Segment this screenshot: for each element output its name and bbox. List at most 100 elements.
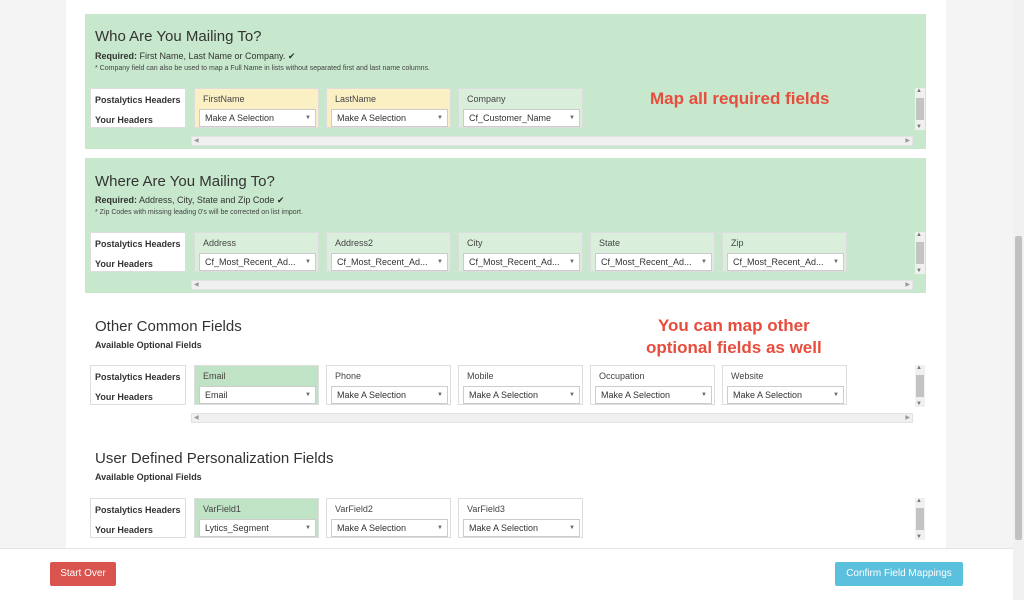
page-scrollbar[interactable] [1013,0,1024,600]
column-label: Address2 [335,238,374,248]
column-varfield1: VarField1 Lytics_Segment ▼ [194,498,319,538]
field-select[interactable]: Make A Selection ▼ [727,386,844,404]
section-note: * Zip Codes with missing leading 0's wil… [95,209,303,216]
field-select[interactable]: Make A Selection ▼ [331,109,448,127]
header-labels: Postalytics Headers Your Headers [90,498,186,538]
required-text: Required: First Name, Last Name or Compa… [95,51,295,62]
column-label: Phone [335,371,362,381]
arrow-right-icon: ▶ [905,415,910,421]
field-select[interactable]: Cf_Most_Recent_Ad... ▼ [727,253,844,271]
scroll-thumb[interactable] [916,508,924,530]
column-firstname: FirstName Make A Selection ▼ [194,88,319,128]
field-select[interactable]: Make A Selection ▼ [595,386,712,404]
chevron-down-icon: ▼ [569,392,575,398]
arrow-down-icon: ▼ [916,534,922,540]
select-value: Make A Selection [337,523,407,533]
column-label: State [599,238,621,248]
column-label: Zip [731,238,744,248]
vertical-scrollbar[interactable]: ▲ ▼ [915,498,925,540]
column-address: Address Cf_Most_Recent_Ad... ▼ [194,232,319,272]
required-fields: Address, City, State and Zip Code ✔ [137,195,285,205]
chevron-down-icon: ▼ [701,392,707,398]
section-title: Where Are You Mailing To? [95,173,275,190]
arrow-right-icon: ▶ [905,282,910,288]
select-value: Email [205,390,228,400]
scroll-thumb[interactable] [916,242,924,264]
select-value: Cf_Most_Recent_Ad... [733,257,824,267]
field-select[interactable]: Cf_Most_Recent_Ad... ▼ [199,253,316,271]
select-value: Make A Selection [337,113,407,123]
start-over-button[interactable]: Start Over [50,562,116,586]
scroll-thumb[interactable] [916,375,924,397]
chevron-down-icon: ▼ [305,115,311,121]
page-scroll-thumb[interactable] [1015,236,1022,540]
select-value: Make A Selection [337,390,407,400]
your-headers-label: Your Headers [95,525,153,535]
section-other-common: Other Common Fields Available Optional F… [85,300,926,430]
field-select[interactable]: Cf_Most_Recent_Ad... ▼ [463,253,580,271]
field-select[interactable]: Cf_Most_Recent_Ad... ▼ [595,253,712,271]
your-headers-label: Your Headers [95,115,153,125]
section-where-mailing: Where Are You Mailing To? Required: Addr… [85,158,926,293]
column-email: Email Email ▼ [194,365,319,405]
header-labels: Postalytics Headers Your Headers [90,232,186,272]
select-value: Make A Selection [205,113,275,123]
mapping-page: Who Are You Mailing To? Required: First … [66,0,946,548]
column-label: FirstName [203,94,245,104]
required-fields: First Name, Last Name or Company. ✔ [137,51,296,61]
column-company: Company Cf_Customer_Name ▼ [458,88,583,128]
vertical-scrollbar[interactable]: ▲ ▼ [915,365,925,407]
field-select[interactable]: Make A Selection ▼ [331,519,448,537]
chevron-down-icon: ▼ [437,392,443,398]
select-value: Lytics_Segment [205,523,269,533]
horizontal-scrollbar[interactable]: ◀ ▶ [191,136,913,146]
section-title: User Defined Personalization Fields [95,450,334,467]
section-title: Other Common Fields [95,318,242,335]
field-select[interactable]: Make A Selection ▼ [463,386,580,404]
chevron-down-icon: ▼ [701,259,707,265]
column-lastname: LastName Make A Selection ▼ [326,88,451,128]
field-select[interactable]: Make A Selection ▼ [463,519,580,537]
column-state: State Cf_Most_Recent_Ad... ▼ [590,232,715,272]
arrow-up-icon: ▲ [916,88,922,94]
arrow-up-icon: ▲ [916,232,922,238]
section-user-defined: User Defined Personalization Fields Avai… [85,432,926,548]
select-value: Make A Selection [733,390,803,400]
field-select[interactable]: Make A Selection ▼ [331,386,448,404]
column-label: Occupation [599,371,645,381]
chevron-down-icon: ▼ [569,525,575,531]
postalytics-headers-label: Postalytics Headers [95,95,181,105]
horizontal-scrollbar[interactable]: ◀ ▶ [191,413,913,423]
section-title: Who Are You Mailing To? [95,28,262,45]
scroll-thumb[interactable] [916,98,924,120]
field-select[interactable]: Cf_Customer_Name ▼ [463,109,580,127]
your-headers-label: Your Headers [95,259,153,269]
chevron-down-icon: ▼ [305,259,311,265]
column-website: Website Make A Selection ▼ [722,365,847,405]
select-value: Make A Selection [469,523,539,533]
field-select[interactable]: Cf_Most_Recent_Ad... ▼ [331,253,448,271]
select-value: Cf_Most_Recent_Ad... [469,257,560,267]
select-value: Cf_Most_Recent_Ad... [601,257,692,267]
chevron-down-icon: ▼ [833,259,839,265]
section-who-mailing: Who Are You Mailing To? Required: First … [85,14,926,149]
header-labels: Postalytics Headers Your Headers [90,365,186,405]
chevron-down-icon: ▼ [833,392,839,398]
chevron-down-icon: ▼ [305,525,311,531]
field-select[interactable]: Lytics_Segment ▼ [199,519,316,537]
annotation-line: You can map other [657,316,810,335]
column-label: Address [203,238,237,248]
field-select[interactable]: Make A Selection ▼ [199,109,316,127]
column-label: Website [731,371,764,381]
annotation-map-required: Map all required fields [650,89,830,108]
column-varfield2: VarField2 Make A Selection ▼ [326,498,451,538]
arrow-up-icon: ▲ [916,365,922,371]
field-select[interactable]: Email ▼ [199,386,316,404]
vertical-scrollbar[interactable]: ▲ ▼ [915,232,925,274]
horizontal-scrollbar[interactable]: ◀ ▶ [191,280,913,290]
select-value: Cf_Most_Recent_Ad... [205,257,296,267]
column-phone: Phone Make A Selection ▼ [326,365,451,405]
vertical-scrollbar[interactable]: ▲ ▼ [915,88,925,130]
confirm-field-mappings-button[interactable]: Confirm Field Mappings [835,562,963,586]
column-label: VarField1 [203,504,241,514]
